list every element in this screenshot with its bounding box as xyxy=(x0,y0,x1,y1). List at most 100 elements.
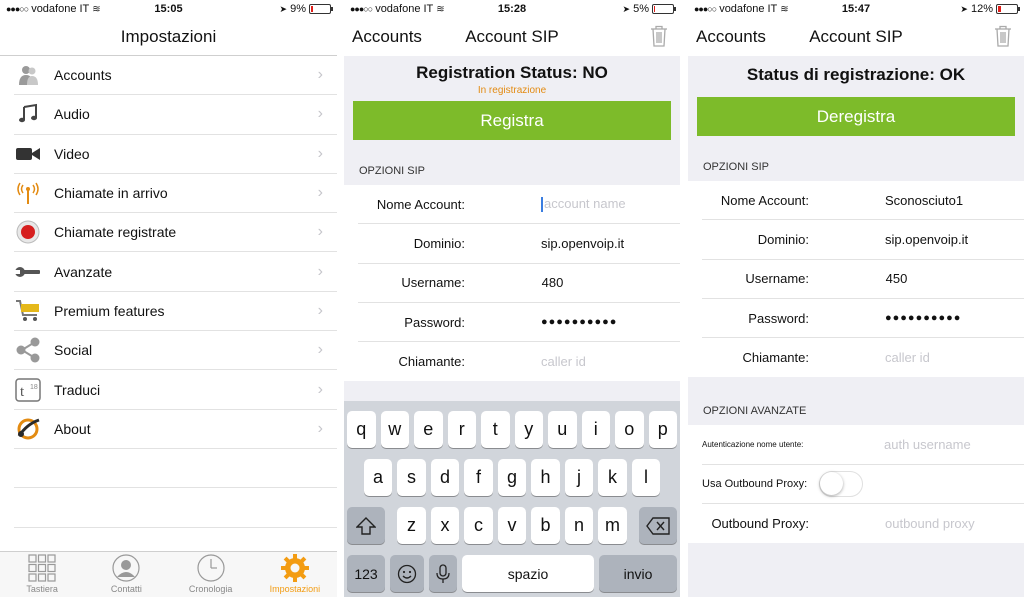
key-e[interactable]: e xyxy=(414,411,443,448)
key-y[interactable]: y xyxy=(514,411,543,448)
nav-bar: Accounts Account SIP xyxy=(688,18,1024,56)
key-d[interactable]: d xyxy=(430,459,460,496)
outbound-proxy-input[interactable]: outbound proxy xyxy=(809,516,1024,531)
field-row-account-name[interactable]: Nome Account: account name xyxy=(358,185,680,225)
key-z[interactable]: z xyxy=(397,507,426,544)
numbers-key[interactable]: 123 xyxy=(347,555,385,592)
space-key[interactable]: spazio xyxy=(462,555,594,592)
clock-icon xyxy=(197,554,225,582)
deregister-button[interactable]: Deregistra xyxy=(697,97,1015,136)
status-bar: ●●●○○ vodafone IT ≋ 15:47 ➤ 12% xyxy=(688,0,1024,18)
carrier-label: vodafone IT xyxy=(375,3,434,15)
emoji-key[interactable] xyxy=(390,555,424,592)
settings-item-advanced[interactable]: Avanzate › xyxy=(14,252,337,292)
tab-settings[interactable]: Impostazioni xyxy=(253,552,337,597)
settings-item-recorded-calls[interactable]: Chiamate registrate › xyxy=(14,213,337,253)
field-row-password[interactable]: Password: ●●●●●●●●●● xyxy=(702,299,1024,339)
account-name-input[interactable]: Sconosciuto1 xyxy=(809,193,1024,208)
key-a[interactable]: a xyxy=(363,459,393,496)
field-row-outbound-proxy[interactable]: Outbound Proxy: outbound proxy xyxy=(702,504,1024,543)
delete-key[interactable] xyxy=(639,507,677,544)
field-label: Username: xyxy=(745,271,809,287)
settings-item-translate[interactable]: t 18 Traduci › xyxy=(14,370,337,410)
outbound-proxy-toggle[interactable] xyxy=(819,470,864,497)
key-x[interactable]: x xyxy=(430,507,460,544)
battery-percent: 9% xyxy=(290,3,306,15)
field-row-password[interactable]: Password: ●●●●●●●●●● xyxy=(358,303,680,343)
key-f[interactable]: f xyxy=(464,459,493,496)
tab-contacts[interactable]: Contatti xyxy=(84,552,168,597)
key-w[interactable]: w xyxy=(380,411,409,448)
key-m[interactable]: m xyxy=(598,507,627,544)
settings-item-social[interactable]: Social › xyxy=(14,331,337,371)
auth-username-input[interactable]: auth username xyxy=(872,437,1024,452)
username-input[interactable]: 450 xyxy=(809,271,1024,286)
settings-item-accounts[interactable]: Accounts › xyxy=(14,56,337,96)
back-button[interactable]: Accounts xyxy=(352,27,422,47)
settings-item-label: Traduci xyxy=(54,381,101,398)
field-label: Password: xyxy=(748,310,809,326)
key-r[interactable]: r xyxy=(447,411,476,448)
key-q[interactable]: q xyxy=(347,411,376,448)
register-button[interactable]: Registra xyxy=(353,101,671,140)
trash-icon[interactable] xyxy=(994,25,1012,52)
settings-item-incoming-calls[interactable]: Chiamate in arrivo › xyxy=(14,174,337,214)
battery-icon xyxy=(996,4,1020,14)
field-label: Autenticazione nome utente: xyxy=(702,440,804,450)
key-p[interactable]: p xyxy=(648,411,677,448)
back-button[interactable]: Accounts xyxy=(696,27,766,47)
sip-options-form: Nome Account: Sconosciuto1 Dominio: sip.… xyxy=(688,181,1024,378)
domain-input[interactable]: sip.openvoip.it xyxy=(465,236,680,251)
field-row-account-name[interactable]: Nome Account: Sconosciuto1 xyxy=(702,181,1024,221)
key-v[interactable]: v xyxy=(497,507,527,544)
username-input[interactable]: 480 xyxy=(465,275,680,290)
settings-item-audio[interactable]: Audio › xyxy=(14,95,337,135)
password-input[interactable]: ●●●●●●●●●● xyxy=(465,316,680,328)
key-c[interactable]: c xyxy=(464,507,493,544)
key-l[interactable]: l xyxy=(631,459,661,496)
key-n[interactable]: n xyxy=(564,507,594,544)
key-o[interactable]: o xyxy=(615,411,644,448)
field-row-domain[interactable]: Dominio: sip.openvoip.it xyxy=(358,224,680,264)
key-i[interactable]: i xyxy=(581,411,610,448)
settings-item-video[interactable]: Video › xyxy=(14,135,337,174)
shift-key[interactable] xyxy=(347,507,385,544)
field-row-username[interactable]: Username: 450 xyxy=(702,260,1024,299)
field-row-domain[interactable]: Dominio: sip.openvoip.it xyxy=(702,220,1024,260)
text-cursor xyxy=(541,197,543,213)
key-g[interactable]: g xyxy=(497,459,527,496)
return-key[interactable]: invio xyxy=(599,555,677,592)
field-row-auth-username[interactable]: Autenticazione nome utente: auth usernam… xyxy=(702,425,1024,465)
caller-id-input[interactable]: caller id xyxy=(809,350,1024,365)
caller-id-input[interactable]: caller id xyxy=(465,354,680,369)
key-b[interactable]: b xyxy=(531,507,560,544)
keyboard: qwertyuiop asdfghjkl zxcvbnm 123 spazio … xyxy=(344,401,680,597)
key-t[interactable]: t xyxy=(481,411,510,448)
domain-input[interactable]: sip.openvoip.it xyxy=(809,232,1024,247)
key-s[interactable]: s xyxy=(397,459,426,496)
gear-icon xyxy=(280,554,309,582)
field-row-outbound-proxy-toggle[interactable]: Usa Outbound Proxy: xyxy=(702,465,1024,505)
settings-item-about[interactable]: About › xyxy=(14,410,337,449)
section-header-sip-options: OPZIONI SIP xyxy=(703,161,770,173)
tab-history[interactable]: Cronologia xyxy=(169,552,253,597)
account-name-input[interactable]: account name xyxy=(465,196,680,213)
key-k[interactable]: k xyxy=(598,459,627,496)
field-row-caller-id[interactable]: Chiamante: caller id xyxy=(702,338,1024,377)
password-input[interactable]: ●●●●●●●●●● xyxy=(809,312,1024,324)
microphone-key[interactable] xyxy=(429,555,457,592)
field-row-caller-id[interactable]: Chiamante: caller id xyxy=(358,342,680,381)
field-row-username[interactable]: Username: 480 xyxy=(358,264,680,303)
trash-icon[interactable] xyxy=(650,25,668,52)
settings-item-label: Video xyxy=(54,145,90,162)
field-label: Outbound Proxy: xyxy=(711,516,809,532)
key-j[interactable]: j xyxy=(564,459,594,496)
tab-keypad[interactable]: Tastiera xyxy=(0,552,84,597)
key-h[interactable]: h xyxy=(531,459,560,496)
location-icon: ➤ xyxy=(622,3,631,14)
settings-item-premium[interactable]: Premium features › xyxy=(14,292,337,332)
key-u[interactable]: u xyxy=(548,411,577,448)
placeholder: outbound proxy xyxy=(885,516,975,532)
tab-label: Contatti xyxy=(110,584,142,594)
sip-account-screen-editing: ●●●○○ vodafone IT ≋ 15:28 ➤ 5% Accounts … xyxy=(344,0,680,597)
